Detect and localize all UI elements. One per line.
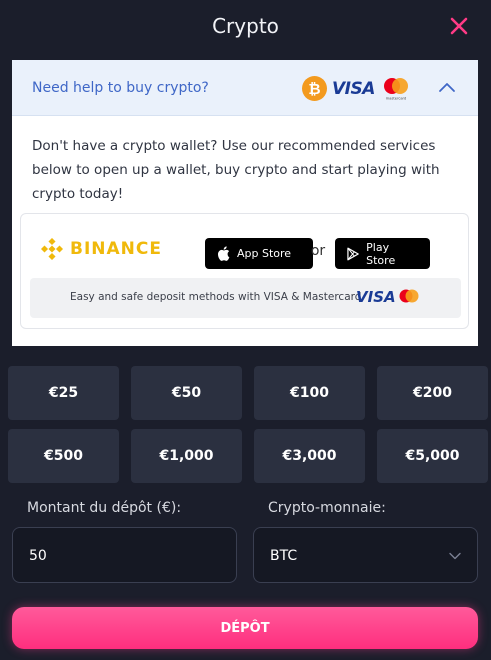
help-question: Need help to buy crypto? [32, 80, 209, 96]
close-icon [450, 17, 468, 35]
amount-button[interactable]: €100 [254, 366, 365, 420]
amount-label: Montant du dépôt (€): [27, 500, 182, 516]
amount-button[interactable]: €50 [131, 366, 242, 420]
modal-title: Crypto [212, 14, 279, 38]
binance-logo[interactable]: BINANCE [41, 238, 162, 260]
play-store-button[interactable]: Play Store [335, 238, 430, 269]
deposit-button[interactable]: DÉPÔT [12, 607, 478, 649]
binance-icon [41, 238, 63, 260]
apple-icon [217, 246, 230, 261]
modal-header: Crypto [0, 0, 491, 56]
mastercard-text: mastercard [386, 97, 406, 101]
currency-label: Crypto-monnaie: [268, 500, 386, 516]
bitcoin-icon: ₿ [302, 76, 327, 101]
app-store-button[interactable]: App Store [205, 238, 313, 269]
currency-value: BTC [270, 548, 298, 564]
amount-button[interactable]: €200 [377, 366, 488, 420]
visa-logo: VISA [332, 79, 375, 99]
amount-value: 50 [29, 548, 47, 564]
mastercard-logo-small [399, 289, 419, 303]
app-store-label: App Store [237, 247, 292, 260]
amount-button[interactable]: €5,000 [377, 429, 488, 483]
safe-deposit-text: Easy and safe deposit methods with VISA … [70, 291, 362, 303]
mastercard-logo: mastercard [384, 78, 408, 101]
amount-button[interactable]: €3,000 [254, 429, 365, 483]
help-accordion-header[interactable]: Need help to buy crypto? ₿ VISA masterca… [12, 60, 478, 116]
amount-input[interactable]: 50 [12, 527, 237, 583]
chevron-down-icon [449, 552, 461, 560]
amount-button[interactable]: €25 [8, 366, 119, 420]
google-play-icon [347, 247, 359, 260]
amount-button[interactable]: €1,000 [131, 429, 242, 483]
recommended-services-box: BINANCE App Store or Play Store Easy and… [20, 213, 469, 329]
amount-presets: €25 €50 €100 €200 €500 €1,000 €3,000 €5,… [8, 366, 488, 483]
visa-logo-small: VISA [356, 288, 396, 306]
chevron-up-icon[interactable] [438, 80, 456, 94]
help-description: Don't have a crypto wallet? Use our reco… [32, 138, 440, 202]
currency-select[interactable]: BTC [253, 527, 478, 583]
payment-methods-bar: Easy and safe deposit methods with VISA … [30, 278, 461, 318]
amount-button[interactable]: €500 [8, 429, 119, 483]
play-store-label: Play Store [366, 240, 396, 267]
help-panel: Need help to buy crypto? ₿ VISA masterca… [12, 60, 478, 346]
binance-wordmark: BINANCE [70, 239, 162, 259]
close-button[interactable] [447, 14, 471, 38]
or-text: or [310, 243, 326, 259]
